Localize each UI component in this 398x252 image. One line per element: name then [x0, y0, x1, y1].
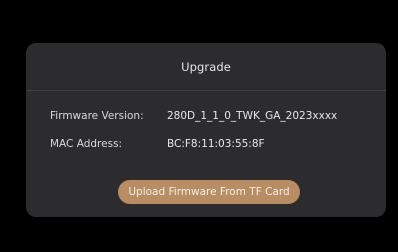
mac-address-row: MAC Address: BC:F8:11:03:55:8F	[50, 136, 370, 152]
screen: Upgrade Firmware Version: 280D_1_1_0_TWK…	[0, 0, 398, 252]
firmware-version-label: Firmware Version:	[50, 110, 144, 122]
firmware-version-row: Firmware Version: 280D_1_1_0_TWK_GA_2023…	[50, 108, 370, 124]
firmware-version-value: 280D_1_1_0_TWK_GA_2023xxxx	[167, 110, 338, 122]
upload-firmware-button[interactable]: Upload Firmware From TF Card	[118, 180, 300, 204]
mac-address-label: MAC Address:	[50, 138, 123, 150]
upgrade-dialog: Upgrade Firmware Version: 280D_1_1_0_TWK…	[26, 43, 386, 217]
dialog-title: Upgrade	[181, 59, 231, 74]
mac-address-value: BC:F8:11:03:55:8F	[167, 138, 265, 150]
dialog-header: Upgrade	[26, 43, 386, 91]
